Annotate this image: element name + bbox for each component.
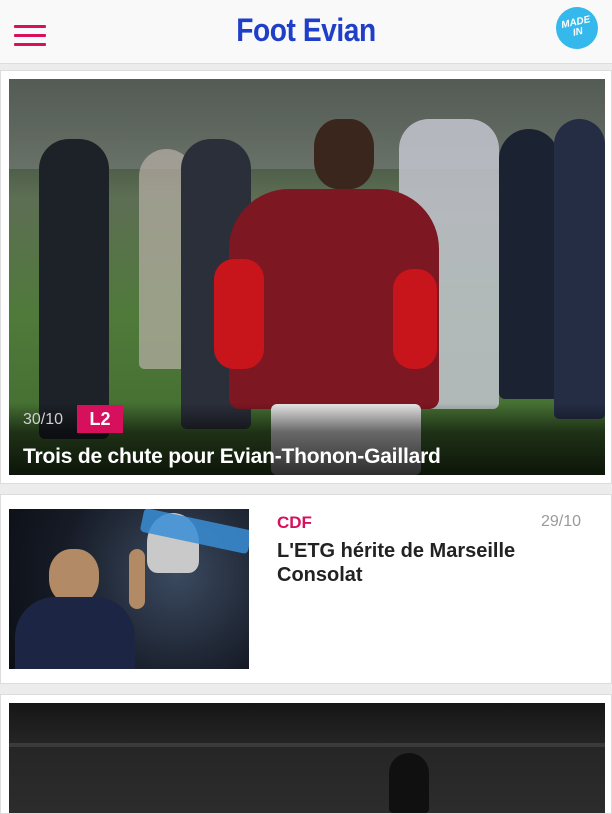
category-tag[interactable]: L2 — [77, 405, 123, 433]
article-date: 29/10 — [540, 513, 581, 530]
article-date: 30/10 — [23, 411, 64, 428]
category-tag[interactable]: CDF — [277, 513, 312, 533]
article-image — [9, 703, 605, 813]
app-header: Foot Evian MADE IN — [0, 0, 612, 64]
article-title[interactable]: Trois de chute pour Evian-Thonon-Gaillar… — [23, 445, 441, 469]
article-thumbnail — [9, 509, 249, 669]
article-card[interactable] — [0, 694, 612, 814]
app-title: Foot Evian — [236, 12, 376, 48]
article-title[interactable]: L'ETG hérite de Marseille Consolat — [277, 539, 577, 587]
article-image: 30/10 L2 Trois de chute pour Evian-Thono… — [9, 79, 605, 475]
article-card[interactable]: CDF 29/10 L'ETG hérite de Marseille Cons… — [0, 494, 612, 684]
article-card-featured[interactable]: 30/10 L2 Trois de chute pour Evian-Thono… — [0, 70, 612, 484]
